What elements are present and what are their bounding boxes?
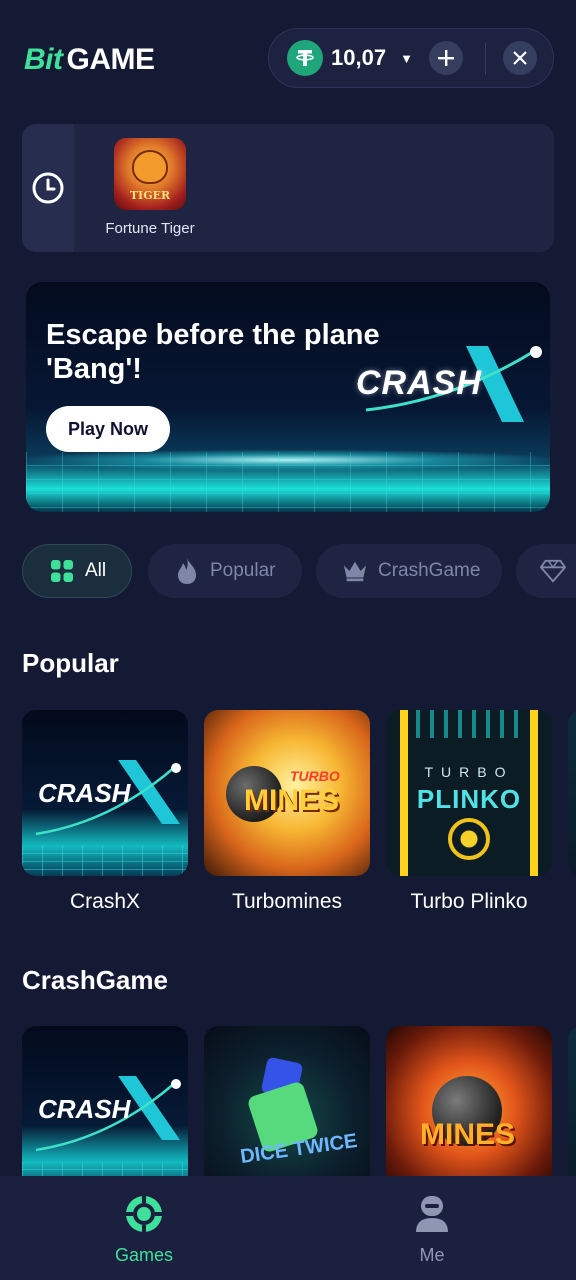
recent-game-card[interactable]: TIGER Fortune Tiger [90, 138, 210, 237]
game-card-dice-twice[interactable]: DICE TWICE [204, 1026, 370, 1176]
profile-icon [416, 1196, 448, 1232]
recent-thumb-text: TIGER [129, 189, 171, 202]
grid-icon [49, 558, 75, 584]
crown-icon [342, 558, 368, 584]
close-button[interactable] [503, 41, 537, 75]
banner-title: Escape before the plane 'Bang'! [46, 319, 380, 385]
wallet-balance-pill[interactable]: 10,07 ▼ [268, 28, 554, 88]
game-thumbnail [568, 1026, 576, 1176]
logo-bit-text: Bit [24, 43, 63, 76]
recent-tab[interactable] [22, 124, 74, 252]
thumb-text: CRASH [38, 778, 131, 808]
game-card-crashx[interactable]: CRASH [22, 1026, 188, 1176]
games-icon [126, 1196, 162, 1232]
filter-chip-crashgame[interactable]: CrashGame [316, 544, 502, 598]
balance-amount: 10,07 [331, 45, 387, 70]
clock-icon [32, 172, 64, 204]
nav-me[interactable]: Me [362, 1194, 502, 1266]
target-icon [448, 818, 490, 860]
banner-grid [26, 452, 550, 512]
thumb-subtext: TURBO [424, 764, 514, 780]
popular-games-row: CRASH CrashX TURBO MINES Turbomines TURB… [22, 710, 576, 910]
game-thumbnail [568, 710, 576, 876]
category-filter-bar: All Popular CrashGame [22, 544, 576, 598]
nav-label: Games [114, 1245, 174, 1265]
game-card-mines[interactable]: MINES [386, 1026, 552, 1176]
dice-twice-thumbnail: DICE TWICE [204, 1026, 370, 1176]
plus-icon [438, 50, 454, 66]
game-card-peek[interactable] [568, 1026, 576, 1176]
fortune-tiger-thumbnail: TIGER [114, 138, 186, 210]
thumb-subtext: TURBO [290, 768, 340, 784]
crashx-thumbnail: CRASH [22, 1026, 188, 1176]
nav-label: Me [419, 1245, 445, 1265]
thumb-text: MINES [244, 784, 340, 817]
thumb-chevrons [416, 710, 522, 738]
game-name: Turbo Plinko [410, 890, 528, 910]
recent-game-name: Fortune Tiger [105, 220, 195, 237]
logo-game-text: GAME [66, 43, 156, 76]
thumb-text: CRASH [38, 1094, 131, 1124]
turbo-plinko-thumbnail: TURBO PLINKO [386, 710, 552, 876]
filter-chip-diamond[interactable] [516, 544, 576, 598]
turbomines-thumbnail: TURBO MINES [204, 710, 370, 876]
tether-icon [287, 40, 323, 76]
game-card-crashx[interactable]: CRASH CrashX [22, 710, 188, 910]
game-card-turbo-plinko[interactable]: TURBO PLINKO Turbo Plinko [386, 710, 552, 910]
crashx-thumbnail: CRASH [22, 710, 188, 876]
crashx-logo: CRASH [356, 344, 546, 424]
filter-chip-popular[interactable]: Popular [148, 544, 302, 598]
deposit-plus-button[interactable] [429, 41, 463, 75]
promo-banner[interactable]: Escape before the plane 'Bang'! Play Now… [26, 282, 550, 512]
bottom-navigation: Games Me [0, 1176, 576, 1280]
thumb-text: PLINKO [416, 784, 522, 814]
game-card-turbomines[interactable]: TURBO MINES Turbomines [204, 710, 370, 910]
crashgame-games-row: CRASH DICE TWICE MINES [22, 1026, 576, 1176]
app-header: Bit GAME 10,07 ▼ [0, 0, 576, 110]
fire-icon [174, 558, 200, 584]
filter-chip-all[interactable]: All [22, 544, 132, 598]
mines-thumbnail: MINES [386, 1026, 552, 1176]
bitgame-logo[interactable]: Bit GAME [24, 40, 155, 80]
section-title-crashgame: CrashGame [22, 965, 168, 995]
filter-label: All [85, 560, 107, 581]
filter-label: Popular [210, 560, 276, 581]
filter-label: CrashGame [378, 560, 481, 581]
play-now-button[interactable]: Play Now [46, 406, 170, 452]
thumb-grid [22, 846, 188, 876]
game-name: CrashX [69, 890, 141, 910]
close-icon [513, 51, 527, 65]
chevron-down-icon[interactable]: ▼ [400, 51, 413, 66]
recent-games-panel: TIGER Fortune Tiger [22, 124, 554, 252]
thumb-text: MINES [420, 1118, 516, 1151]
game-card-peek[interactable] [568, 710, 576, 876]
crashx-logo-text: CRASH [356, 364, 482, 402]
section-title-popular: Popular [22, 648, 119, 678]
game-name: Turbomines [231, 890, 343, 910]
diamond-icon [540, 558, 566, 584]
tiger-icon [132, 150, 168, 184]
nav-games[interactable]: Games [74, 1194, 214, 1266]
wallet-divider [485, 43, 486, 75]
thumb-grid [22, 1162, 188, 1176]
